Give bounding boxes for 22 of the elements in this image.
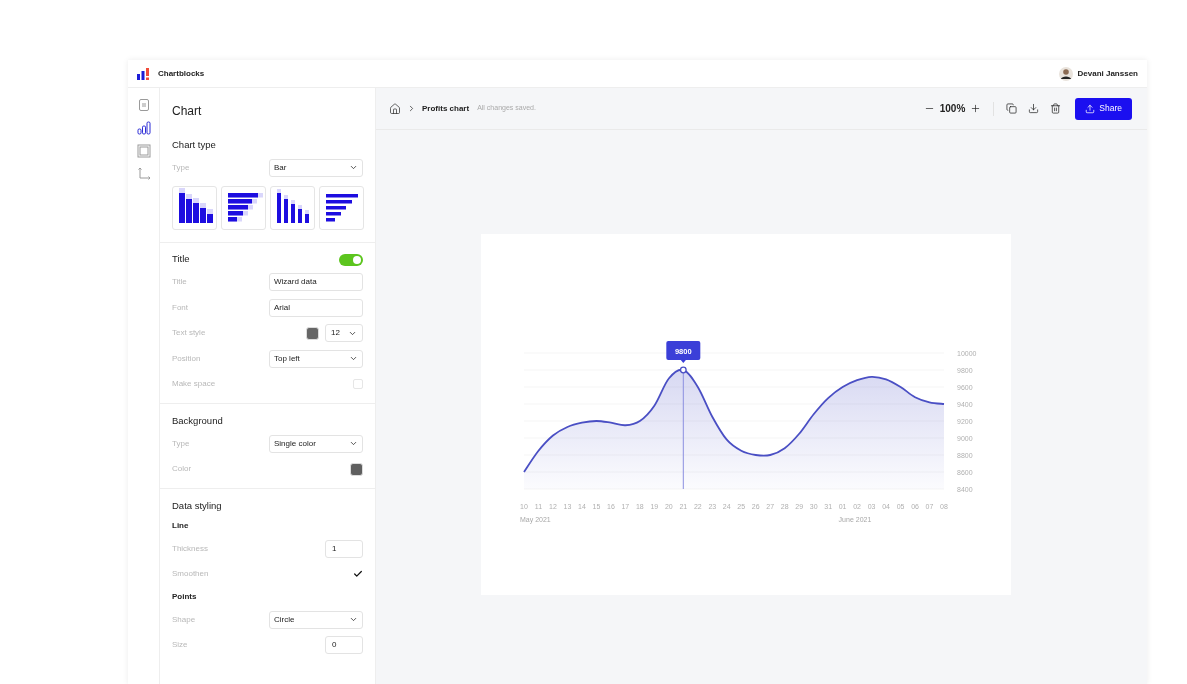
section-heading: Chart type <box>172 137 216 152</box>
section-heading: Data styling <box>172 498 222 513</box>
subsection-heading: Points <box>172 591 197 603</box>
section-heading: Title <box>172 252 190 267</box>
field-label: Font <box>172 301 188 314</box>
field-label: Text style <box>172 327 206 340</box>
subsection-heading: Line <box>172 520 189 532</box>
panel-title: Chart <box>172 104 202 118</box>
field-label: Smoothen <box>172 568 209 581</box>
field-label: Type <box>172 437 190 450</box>
field-label: Type <box>172 161 190 174</box>
field-label: Shape <box>172 613 196 626</box>
field-label: Title <box>172 276 187 289</box>
field-label: Make space <box>172 378 216 391</box>
zoom-level: 100% <box>939 102 966 116</box>
field-label: Color <box>172 463 192 476</box>
field-label: Size <box>172 639 188 652</box>
field-label: Thickness <box>172 542 208 555</box>
user-name: Devani Janssen <box>1077 67 1138 80</box>
section-heading: Background <box>172 413 223 428</box>
app-name: Chartblocks <box>158 67 205 80</box>
field-label: Position <box>172 352 201 365</box>
